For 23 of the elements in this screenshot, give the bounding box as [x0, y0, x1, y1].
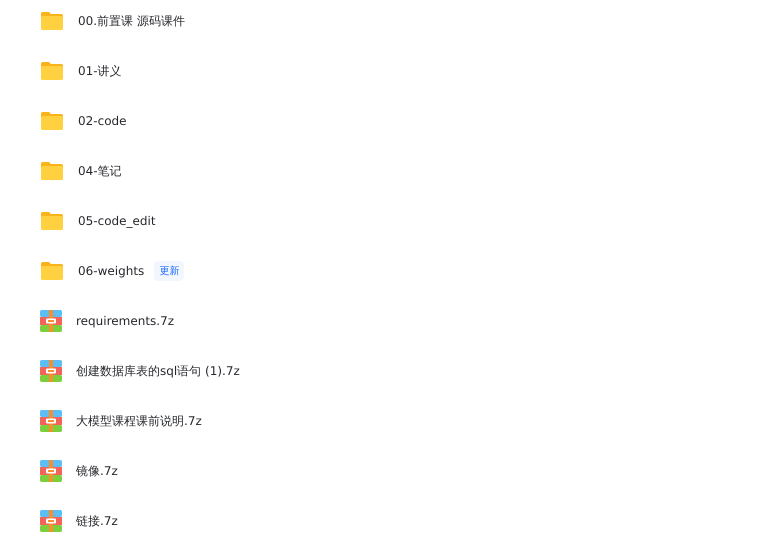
folder-name[interactable]: 01-讲义 [78, 62, 122, 80]
update-badge: 更新 [154, 261, 184, 281]
folder-name[interactable]: 02-code [78, 114, 127, 128]
folder-icon [40, 61, 64, 81]
file-name[interactable]: 创建数据库表的sql语句 (1).7z [76, 362, 240, 380]
folder-icon [40, 261, 64, 281]
folder-name[interactable]: 00.前置课 源码课件 [78, 12, 185, 30]
folder-name[interactable]: 06-weights [78, 264, 144, 278]
folder-icon [40, 161, 64, 181]
folder-name[interactable]: 05-code_edit [78, 214, 156, 228]
folder-name[interactable]: 04-笔记 [78, 162, 122, 180]
folder-icon [40, 111, 64, 131]
archive-icon [40, 360, 62, 382]
folder-icon [40, 211, 64, 231]
archive-icon [40, 460, 62, 482]
file-name[interactable]: 镜像.7z [76, 462, 118, 480]
archive-icon [40, 410, 62, 432]
file-name[interactable]: requirements.7z [76, 314, 174, 328]
file-name[interactable]: 大模型课程课前说明.7z [76, 412, 202, 430]
archive-icon [40, 510, 62, 532]
folder-icon [40, 11, 64, 31]
file-name[interactable]: 链接.7z [76, 512, 118, 530]
archive-icon [40, 310, 62, 332]
